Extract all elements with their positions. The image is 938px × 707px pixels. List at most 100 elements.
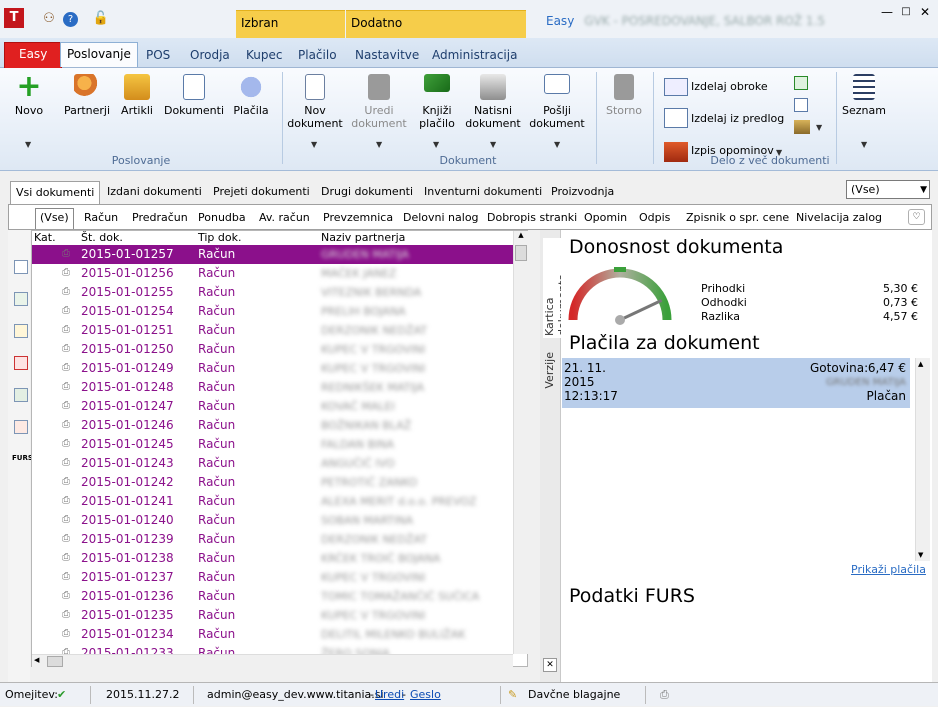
knjizi-dropdown-icon[interactable]: ▼ — [433, 140, 439, 149]
poslji-dokument-button[interactable]: Pošlji dokument — [528, 74, 586, 130]
table-row[interactable]: ⎙ 2015-01-01234 Račun DELITIL MILENKO BULIŽ… — [32, 625, 513, 644]
document-filter-select[interactable]: (Vse) ▼ — [846, 180, 930, 199]
dokumenti-button[interactable]: Dokumenti — [163, 74, 225, 117]
tab-poslovanje[interactable]: Poslovanje — [60, 42, 138, 67]
table-row[interactable]: ⎙ 2015-01-01242 Račun PETROTIČ ZANKO — [32, 473, 513, 492]
table-row[interactable]: ⎙ 2015-01-01248 Račun REDNIKŠEK MATIJA — [32, 378, 513, 397]
app-logo-icon[interactable]: T — [4, 8, 24, 28]
tab-nastavitve[interactable]: Nastavitve — [349, 44, 425, 68]
scroll-thumb[interactable] — [515, 245, 527, 261]
user-agent-icon[interactable]: ⚇ — [40, 10, 58, 28]
column-header-kat[interactable]: Kat. — [34, 231, 56, 245]
seznam-button[interactable]: Seznam — [840, 74, 888, 117]
tab-placilo[interactable]: Plačilo — [292, 44, 343, 68]
uredi-dokument-button[interactable]: Uredi dokument — [350, 74, 408, 130]
furs-label[interactable]: FURS — [12, 454, 33, 462]
subtab-av-racun[interactable]: Av. račun — [256, 210, 313, 225]
artikli-button[interactable]: Artikli — [116, 74, 158, 117]
scroll-up-icon[interactable]: ▲ — [918, 360, 923, 368]
subtab-dobropis-stranki[interactable]: Dobropis stranki — [484, 210, 580, 225]
table-row[interactable]: ⎙ 2015-01-01251 Račun DERZONIK NEDŽAT — [32, 321, 513, 340]
subtab-delovni-nalog[interactable]: Delovni nalog — [400, 210, 482, 225]
scroll-down-icon[interactable]: ▼ — [918, 551, 923, 559]
delete-document-icon[interactable] — [14, 356, 28, 370]
table-row[interactable]: ⎙ 2015-01-01255 Račun VITEZNIK BERNDA — [32, 283, 513, 302]
table-row[interactable]: ⎙ 2015-01-01250 Račun KUPEC V TRGOVINI — [32, 340, 513, 359]
table-row[interactable]: ⎙ 2015-01-01249 Račun KUPEC V TRGOVINI — [32, 359, 513, 378]
nov-dokument-button[interactable]: Nov dokument — [286, 74, 344, 130]
tab-kupec[interactable]: Kupec — [240, 44, 288, 68]
table-row[interactable]: ⎙ 2015-01-01256 Račun MAČEK JANEZ — [32, 264, 513, 283]
printer-status-icon[interactable]: ⎙ — [660, 683, 669, 707]
vertical-scrollbar[interactable]: ▲ — [513, 231, 528, 654]
seznam-dropdown-icon[interactable]: ▼ — [861, 140, 867, 149]
nov-dokument-dropdown-icon[interactable]: ▼ — [311, 140, 317, 149]
tab-drugi-dokumenti[interactable]: Drugi dokumenti — [316, 181, 418, 204]
subtab-predracun[interactable]: Predračun — [129, 210, 191, 225]
report-document-icon[interactable] — [14, 420, 28, 434]
knjizi-placilo-button[interactable]: Knjiži plačilo — [414, 74, 460, 130]
horizontal-scrollbar[interactable]: ◀ — [32, 654, 513, 668]
tools-icon[interactable] — [794, 120, 810, 134]
tab-pos[interactable]: POS — [140, 44, 176, 68]
help-icon[interactable]: ? — [63, 12, 78, 27]
subtab-zpisnik[interactable]: Zpisnik o spr. cene — [683, 210, 792, 225]
subtab-racun[interactable]: Račun — [81, 210, 121, 225]
izdelaj-iz-predlog-button[interactable]: Izdelaj iz predlog — [691, 112, 784, 125]
table-row[interactable]: ⎙ 2015-01-01245 Račun FALDAN BINA — [32, 435, 513, 454]
poslji-dropdown-icon[interactable]: ▼ — [554, 140, 560, 149]
tab-administracija[interactable]: Administracija — [426, 44, 523, 68]
close-icon[interactable]: ✕ — [918, 5, 932, 19]
tab-izdani-dokumenti[interactable]: Izdani dokumenti — [102, 181, 207, 204]
uredi-link[interactable]: Uredi — [375, 683, 404, 707]
storno-button[interactable]: Storno — [600, 74, 648, 117]
table-row[interactable]: ⎙ 2015-01-01246 Račun BOŽNIKAN BLAŽ — [32, 416, 513, 435]
payment-item[interactable]: 21. 11. 2015 12:13:17 Gotovina: 6,47 € G… — [562, 358, 910, 408]
calendar-icon[interactable] — [794, 98, 808, 112]
table-row[interactable]: ⎙ 2015-01-01241 Račun ALEXA MERIT d.o.o. PR… — [32, 492, 513, 511]
tab-inventurni-dokumenti[interactable]: Inventurni dokumenti — [419, 181, 547, 204]
scroll-left-icon[interactable]: ◀ — [34, 656, 39, 664]
table-row[interactable]: ⎙ 2015-01-01239 Račun DERZONIK NEDŽAT — [32, 530, 513, 549]
hscroll-thumb[interactable] — [47, 656, 63, 667]
tab-easy[interactable]: Easy — [4, 42, 63, 68]
column-header-st-dok[interactable]: Št. dok. — [81, 231, 123, 245]
panel-splitter[interactable] — [530, 230, 538, 682]
table-row[interactable]: ⎙ 2015-01-01236 Račun TOMIC TOMAŽANČIČ SUČI… — [32, 587, 513, 606]
lock-icon[interactable]: 🔓 — [92, 10, 110, 28]
subtab-prevzemnica[interactable]: Prevzemnica — [320, 210, 396, 225]
scroll-up-icon[interactable]: ▲ — [515, 231, 527, 244]
placila-button[interactable]: Plačila — [230, 74, 272, 117]
table-row[interactable]: ⎙ 2015-01-01238 Račun KRČEK TROIČ BOJANA — [32, 549, 513, 568]
document-icon[interactable] — [14, 260, 28, 274]
table-row[interactable]: ⎙ 2015-01-01235 Račun KUPEC V TRGOVINI — [32, 606, 513, 625]
subtab-nivelacija[interactable]: Nivelacija zalog — [793, 210, 885, 225]
subtab-ponudba[interactable]: Ponudba — [195, 210, 249, 225]
refresh-icon[interactable] — [794, 76, 808, 90]
izdelaj-obroke-button[interactable]: Izdelaj obroke — [691, 80, 768, 93]
subtab-vse[interactable]: (Vse) — [35, 208, 74, 229]
show-payments-link[interactable]: Prikaži plačila — [851, 563, 926, 576]
tab-orodja[interactable]: Orodja — [184, 44, 236, 68]
column-header-tip-dok[interactable]: Tip dok. — [198, 231, 242, 245]
davcne-blagajne-label[interactable]: Davčne blagajne — [528, 683, 620, 707]
geslo-link[interactable]: Geslo — [410, 683, 441, 707]
natisni-dokument-button[interactable]: Natisni dokument — [464, 74, 522, 130]
table-row[interactable]: ⎙ 2015-01-01240 Račun SOBAN MARTINA — [32, 511, 513, 530]
tab-proizvodnja[interactable]: Proizvodnja — [546, 181, 619, 204]
subtab-odpis[interactable]: Odpis — [636, 210, 673, 225]
column-header-naziv[interactable]: Naziv partnerja — [321, 231, 405, 245]
subtab-opomin[interactable]: Opomin — [581, 210, 630, 225]
tab-vsi-dokumenti[interactable]: Vsi dokumenti — [10, 181, 101, 204]
minimize-icon[interactable]: — — [880, 5, 894, 19]
novo-dropdown-icon[interactable]: ▼ — [25, 140, 31, 149]
table-row[interactable]: ⎙ 2015-01-01237 Račun KUPEC V TRGOVINI — [32, 568, 513, 587]
tools-dropdown-icon[interactable]: ▼ — [816, 123, 822, 132]
table-row[interactable]: ⎙ 2015-01-01243 Račun ANGUČIČ IVO — [32, 454, 513, 473]
tab-verzije[interactable]: Verzije — [543, 352, 556, 389]
export-document-icon[interactable] — [14, 292, 28, 306]
close-panel-icon[interactable]: ✕ — [543, 658, 557, 672]
uredi-dokument-dropdown-icon[interactable]: ▼ — [376, 140, 382, 149]
table-row[interactable]: ⎙ 2015-01-01257 Račun GRUDEN MATIJA — [32, 245, 513, 264]
edit-document-icon[interactable] — [14, 324, 28, 338]
